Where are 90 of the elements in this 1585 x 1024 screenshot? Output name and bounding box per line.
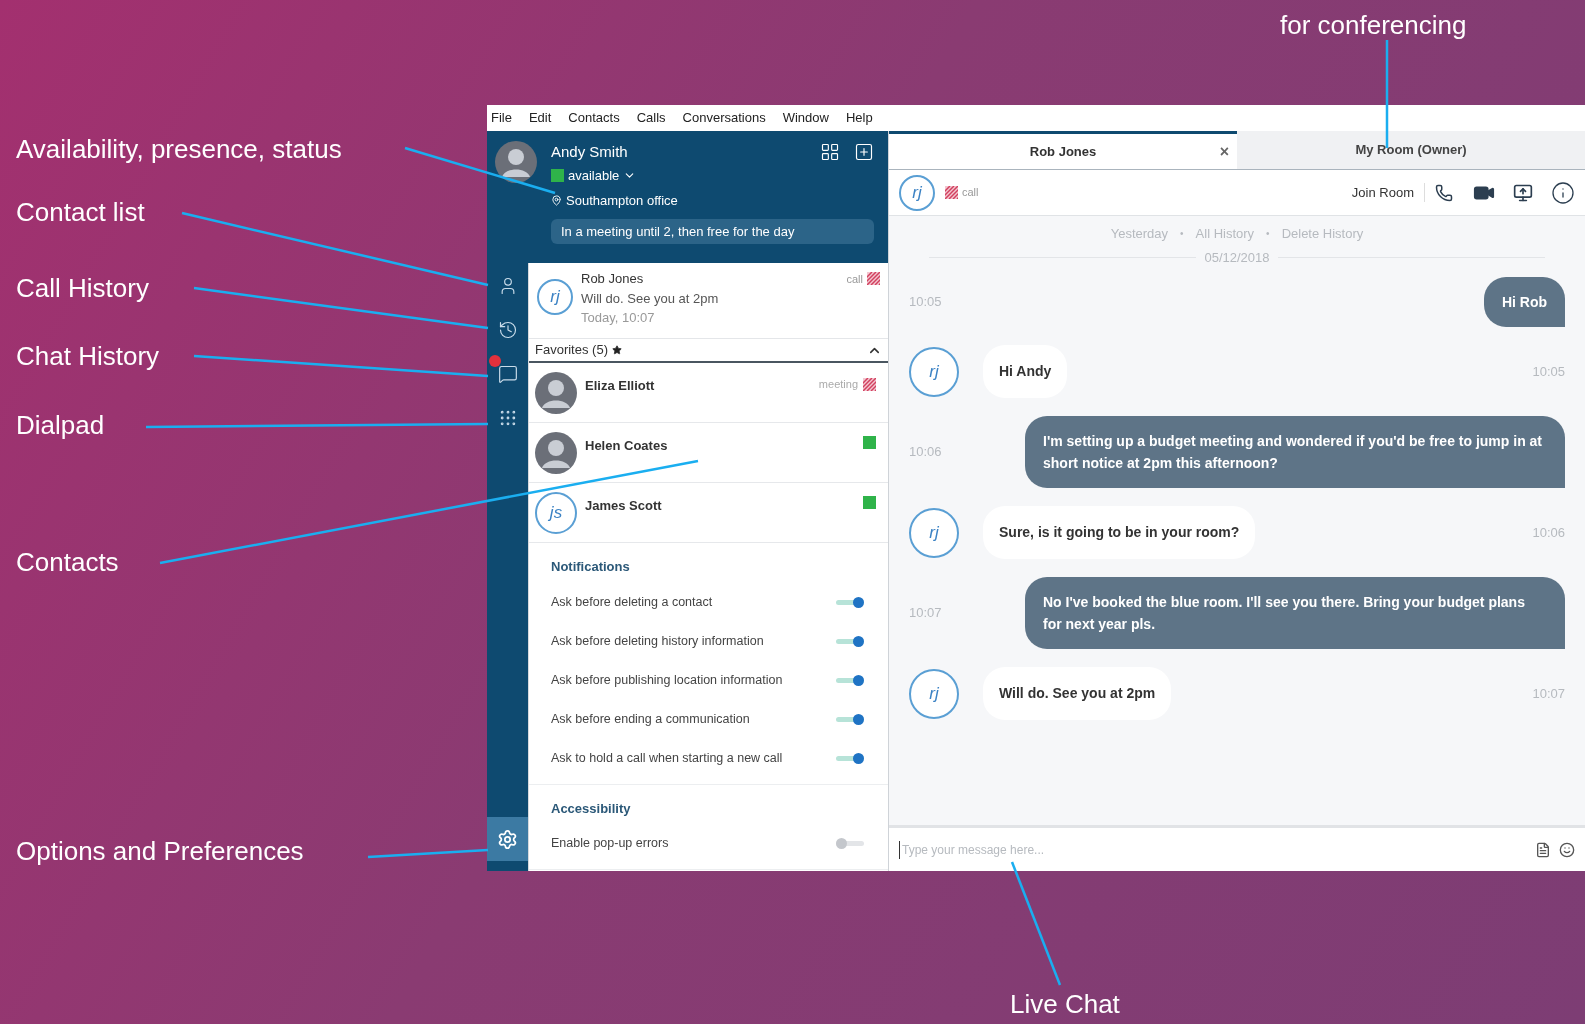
toggle-switch[interactable]: [836, 674, 864, 686]
initials-avatar: rj: [909, 346, 959, 397]
settings-button[interactable]: [487, 817, 528, 861]
star-icon: [611, 345, 622, 355]
section-title: Accessibility: [551, 799, 632, 818]
initials-avatar: rj: [909, 668, 959, 719]
annotation-label: Options and Preferences: [16, 835, 304, 868]
initials-avatar: js: [535, 492, 577, 534]
toggle-switch[interactable]: [836, 713, 864, 725]
annotation-label: Call History: [16, 272, 149, 305]
received-message-bubble: Sure, is it going to be in your room?: [983, 506, 1256, 559]
received-message-bubble: Will do. See you at 2pm: [983, 667, 1172, 720]
location-text: Southampton office: [566, 192, 678, 210]
contact-name: Rob Jones: [581, 270, 644, 288]
section-title: Notifications: [551, 558, 631, 576]
setting-label: Enable pop-up errors: [551, 835, 669, 853]
annotation-label: for conferencing: [1280, 9, 1467, 42]
message-composer[interactable]: Type your message here...: [889, 825, 1585, 871]
add-icon[interactable]: [854, 142, 874, 163]
message-time: 10:07: [1532, 684, 1565, 703]
status-text: meeting: [818, 377, 858, 392]
join-room-button[interactable]: Join Room: [1351, 182, 1425, 203]
phone-icon[interactable]: [1435, 183, 1453, 202]
contact-name: Eliza Elliott: [585, 377, 656, 395]
separator-dot: •: [1180, 227, 1184, 242]
sent-message-bubble: Hi Rob: [1483, 277, 1565, 327]
info-icon[interactable]: [1551, 180, 1575, 205]
message-time: 10:05: [1532, 362, 1565, 381]
user-name: Andy Smith: [551, 142, 628, 162]
contact-name: James Scott: [585, 497, 663, 515]
message-time: 10:06: [1532, 523, 1565, 542]
annotation-label: Contacts: [16, 546, 119, 579]
setting-label: Ask before publishing location information: [551, 671, 783, 689]
annotation-label: Chat History: [16, 340, 160, 373]
menu-item[interactable]: Contacts: [568, 108, 620, 128]
separator-dot: •: [1266, 227, 1270, 242]
contact-row[interactable]: Eliza Elliott meeting: [529, 363, 888, 423]
close-tab-button[interactable]: ×: [1219, 139, 1229, 164]
status-selector[interactable]: available: [551, 165, 637, 185]
menu-item[interactable]: Window: [782, 108, 829, 128]
avatar-silhouette: [495, 141, 537, 183]
message-time: 10:05: [909, 293, 943, 312]
location-pin-icon: [551, 195, 562, 207]
annotation-label: Dialpad: [16, 409, 105, 442]
toggle-switch[interactable]: [836, 635, 864, 647]
emoji-icon[interactable]: [1559, 841, 1575, 858]
initials-avatar: rj: [537, 279, 573, 315]
message-time: 10:07: [909, 604, 943, 623]
toggle-switch[interactable]: [836, 596, 864, 608]
message-time: Today, 10:07: [581, 309, 656, 327]
status-note[interactable]: In a meeting until 2, then free for the day: [551, 218, 874, 244]
annotation-label: Availability, presence, status: [16, 133, 342, 166]
status-text: call: [846, 271, 863, 287]
annotation-label: Contact list: [16, 196, 145, 229]
received-message-bubble: Hi Andy: [983, 345, 1068, 398]
setting-label: Ask before deleting history information: [551, 632, 764, 650]
menu-item[interactable]: Calls: [636, 108, 666, 128]
toggle-switch[interactable]: [836, 837, 864, 850]
toggle-switch[interactable]: [836, 752, 864, 764]
initials-avatar: rj: [899, 174, 935, 211]
menu-item[interactable]: Conversations: [682, 108, 766, 128]
setting-label: Ask before ending a communication: [551, 710, 750, 728]
message-input[interactable]: Type your message here...: [899, 840, 1527, 859]
settings-icon: [497, 828, 518, 850]
menu-item[interactable]: File: [491, 108, 512, 128]
message-time: 10:06: [909, 443, 943, 462]
contact-row[interactable]: js James Scott: [529, 483, 888, 543]
favorites-title: Favorites (5): [535, 341, 608, 360]
setting-label: Ask before deleting a contact: [551, 593, 713, 611]
initials-avatar: rj: [909, 507, 959, 558]
date-divider: 05/12/2018: [1204, 248, 1270, 267]
sent-message-bubble: No I've booked the blue room. I'll see you there. Bring your budget plans for next year pls.: [1025, 577, 1565, 649]
contact-name: Helen Coates: [585, 437, 669, 455]
status-text: call: [962, 185, 979, 201]
chat-icon[interactable]: [497, 364, 518, 384]
favorites-header[interactable]: Favorites (5): [529, 339, 888, 363]
history-icon[interactable]: [497, 320, 518, 340]
avatar-silhouette: [535, 372, 577, 414]
sent-message-bubble: I'm setting up a budget meeting and wondered if you'd be free to jump in at short notice at 2pm this afternoon?: [1025, 416, 1565, 488]
annotation-label: Live Chat: [1010, 988, 1120, 1021]
file-icon[interactable]: [1535, 841, 1551, 858]
contact-row[interactable]: Helen Coates: [529, 423, 888, 483]
menu-item[interactable]: Edit: [528, 108, 552, 128]
screen-share-icon[interactable]: [1513, 182, 1533, 203]
grid-icon[interactable]: [820, 142, 840, 163]
avatar-silhouette: [535, 432, 577, 474]
setting-label: Ask to hold a call when starting a new call: [551, 749, 783, 767]
last-message: Will do. See you at 2pm: [581, 289, 720, 308]
menu-item[interactable]: Help: [845, 108, 873, 128]
conversation-tab[interactable]: Rob Jones ×: [889, 131, 1237, 169]
